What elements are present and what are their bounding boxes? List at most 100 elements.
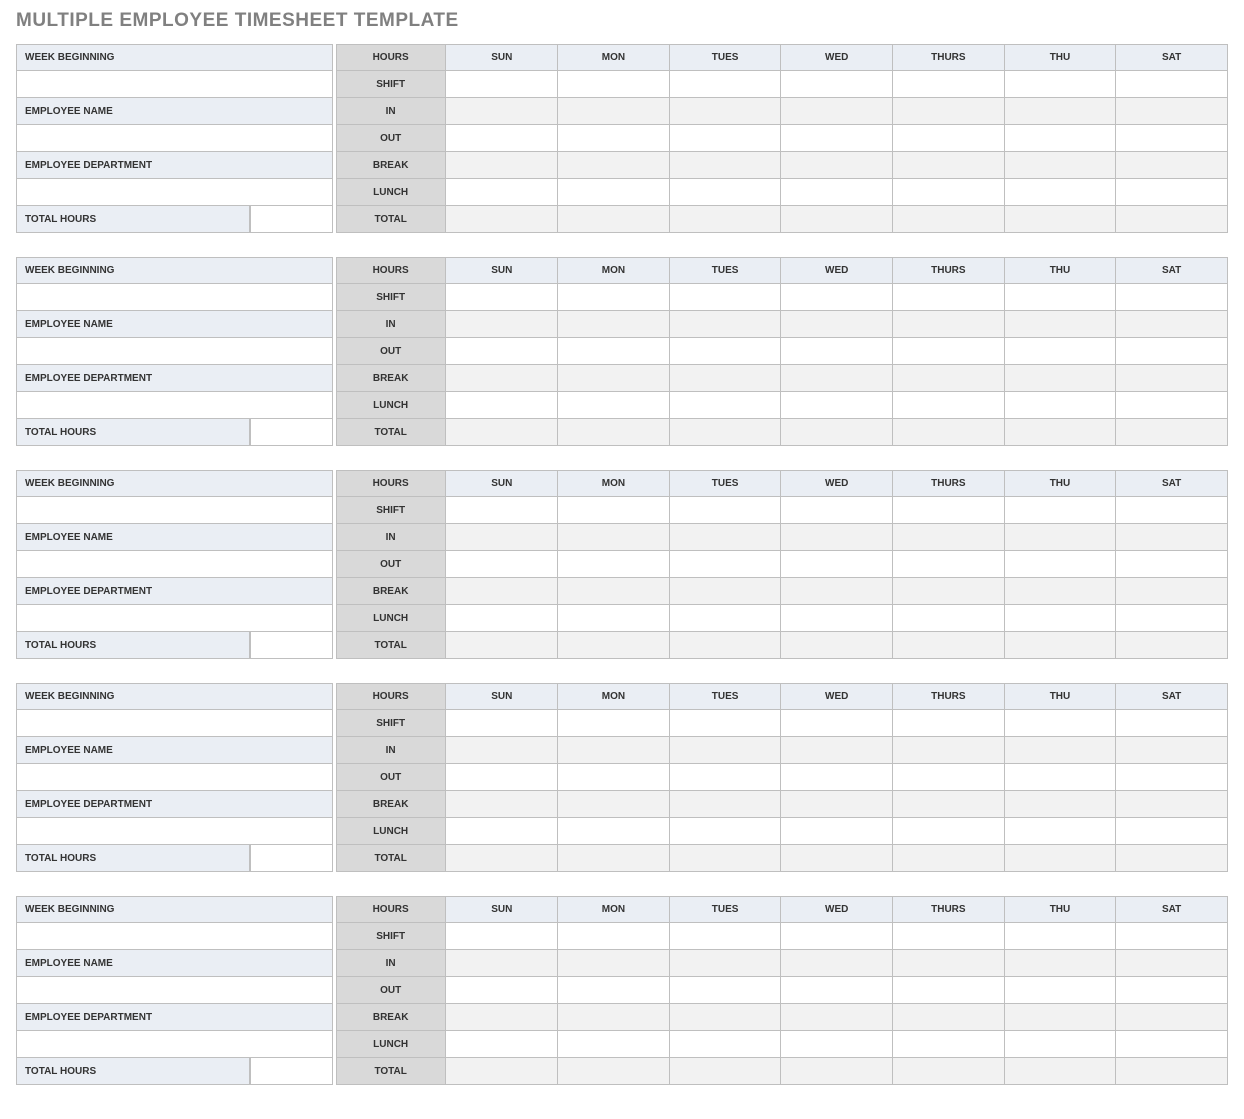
time-cell[interactable] bbox=[781, 1058, 893, 1085]
time-cell[interactable] bbox=[670, 1031, 782, 1058]
time-cell[interactable] bbox=[1005, 950, 1117, 977]
time-cell[interactable] bbox=[446, 791, 558, 818]
time-cell[interactable] bbox=[670, 1058, 782, 1085]
total-hours-value[interactable] bbox=[250, 632, 335, 659]
time-cell[interactable] bbox=[446, 950, 558, 977]
time-cell[interactable] bbox=[670, 125, 782, 152]
time-cell[interactable] bbox=[893, 710, 1005, 737]
time-cell[interactable] bbox=[1005, 524, 1117, 551]
left-value-cell[interactable] bbox=[16, 1031, 335, 1058]
time-cell[interactable] bbox=[1005, 605, 1117, 632]
time-cell[interactable] bbox=[1005, 578, 1117, 605]
time-cell[interactable] bbox=[893, 125, 1005, 152]
time-cell[interactable] bbox=[1116, 152, 1228, 179]
time-cell[interactable] bbox=[446, 392, 558, 419]
left-value-cell[interactable] bbox=[16, 71, 335, 98]
time-cell[interactable] bbox=[1005, 1004, 1117, 1031]
time-cell[interactable] bbox=[670, 206, 782, 233]
left-value-cell[interactable] bbox=[16, 710, 335, 737]
time-cell[interactable] bbox=[446, 338, 558, 365]
time-cell[interactable] bbox=[558, 923, 670, 950]
time-cell[interactable] bbox=[893, 365, 1005, 392]
time-cell[interactable] bbox=[558, 737, 670, 764]
left-value-cell[interactable] bbox=[16, 977, 335, 1004]
time-cell[interactable] bbox=[781, 551, 893, 578]
time-cell[interactable] bbox=[446, 125, 558, 152]
left-value-cell[interactable] bbox=[16, 179, 335, 206]
time-cell[interactable] bbox=[893, 311, 1005, 338]
time-cell[interactable] bbox=[670, 392, 782, 419]
time-cell[interactable] bbox=[1116, 1058, 1228, 1085]
time-cell[interactable] bbox=[1116, 605, 1228, 632]
time-cell[interactable] bbox=[893, 950, 1005, 977]
time-cell[interactable] bbox=[893, 152, 1005, 179]
time-cell[interactable] bbox=[1005, 737, 1117, 764]
time-cell[interactable] bbox=[893, 419, 1005, 446]
time-cell[interactable] bbox=[781, 923, 893, 950]
time-cell[interactable] bbox=[446, 710, 558, 737]
time-cell[interactable] bbox=[1116, 710, 1228, 737]
time-cell[interactable] bbox=[893, 179, 1005, 206]
time-cell[interactable] bbox=[893, 578, 1005, 605]
time-cell[interactable] bbox=[670, 152, 782, 179]
time-cell[interactable] bbox=[558, 338, 670, 365]
time-cell[interactable] bbox=[1116, 365, 1228, 392]
time-cell[interactable] bbox=[893, 497, 1005, 524]
time-cell[interactable] bbox=[558, 551, 670, 578]
time-cell[interactable] bbox=[1116, 206, 1228, 233]
total-hours-value[interactable] bbox=[250, 206, 335, 233]
time-cell[interactable] bbox=[1116, 71, 1228, 98]
time-cell[interactable] bbox=[558, 605, 670, 632]
time-cell[interactable] bbox=[670, 764, 782, 791]
time-cell[interactable] bbox=[1005, 551, 1117, 578]
time-cell[interactable] bbox=[893, 392, 1005, 419]
time-cell[interactable] bbox=[1116, 923, 1228, 950]
time-cell[interactable] bbox=[1116, 419, 1228, 446]
time-cell[interactable] bbox=[558, 1058, 670, 1085]
time-cell[interactable] bbox=[893, 977, 1005, 1004]
time-cell[interactable] bbox=[446, 179, 558, 206]
time-cell[interactable] bbox=[670, 791, 782, 818]
time-cell[interactable] bbox=[1005, 98, 1117, 125]
time-cell[interactable] bbox=[1116, 950, 1228, 977]
time-cell[interactable] bbox=[446, 311, 558, 338]
time-cell[interactable] bbox=[893, 791, 1005, 818]
time-cell[interactable] bbox=[893, 1031, 1005, 1058]
time-cell[interactable] bbox=[1116, 524, 1228, 551]
time-cell[interactable] bbox=[893, 632, 1005, 659]
time-cell[interactable] bbox=[781, 845, 893, 872]
time-cell[interactable] bbox=[893, 71, 1005, 98]
time-cell[interactable] bbox=[1005, 71, 1117, 98]
time-cell[interactable] bbox=[446, 605, 558, 632]
time-cell[interactable] bbox=[446, 578, 558, 605]
time-cell[interactable] bbox=[558, 791, 670, 818]
time-cell[interactable] bbox=[446, 365, 558, 392]
time-cell[interactable] bbox=[1116, 125, 1228, 152]
left-value-cell[interactable] bbox=[16, 284, 335, 311]
time-cell[interactable] bbox=[1005, 497, 1117, 524]
time-cell[interactable] bbox=[558, 1004, 670, 1031]
time-cell[interactable] bbox=[781, 791, 893, 818]
time-cell[interactable] bbox=[558, 419, 670, 446]
time-cell[interactable] bbox=[781, 818, 893, 845]
time-cell[interactable] bbox=[1116, 737, 1228, 764]
time-cell[interactable] bbox=[781, 1004, 893, 1031]
time-cell[interactable] bbox=[558, 311, 670, 338]
time-cell[interactable] bbox=[558, 710, 670, 737]
time-cell[interactable] bbox=[670, 1004, 782, 1031]
time-cell[interactable] bbox=[446, 977, 558, 1004]
time-cell[interactable] bbox=[446, 845, 558, 872]
time-cell[interactable] bbox=[1005, 152, 1117, 179]
time-cell[interactable] bbox=[670, 818, 782, 845]
time-cell[interactable] bbox=[1116, 551, 1228, 578]
time-cell[interactable] bbox=[558, 764, 670, 791]
time-cell[interactable] bbox=[446, 419, 558, 446]
time-cell[interactable] bbox=[1116, 1004, 1228, 1031]
time-cell[interactable] bbox=[446, 1031, 558, 1058]
time-cell[interactable] bbox=[1005, 125, 1117, 152]
time-cell[interactable] bbox=[1116, 311, 1228, 338]
time-cell[interactable] bbox=[1005, 845, 1117, 872]
time-cell[interactable] bbox=[893, 338, 1005, 365]
left-value-cell[interactable] bbox=[16, 764, 335, 791]
time-cell[interactable] bbox=[1116, 338, 1228, 365]
